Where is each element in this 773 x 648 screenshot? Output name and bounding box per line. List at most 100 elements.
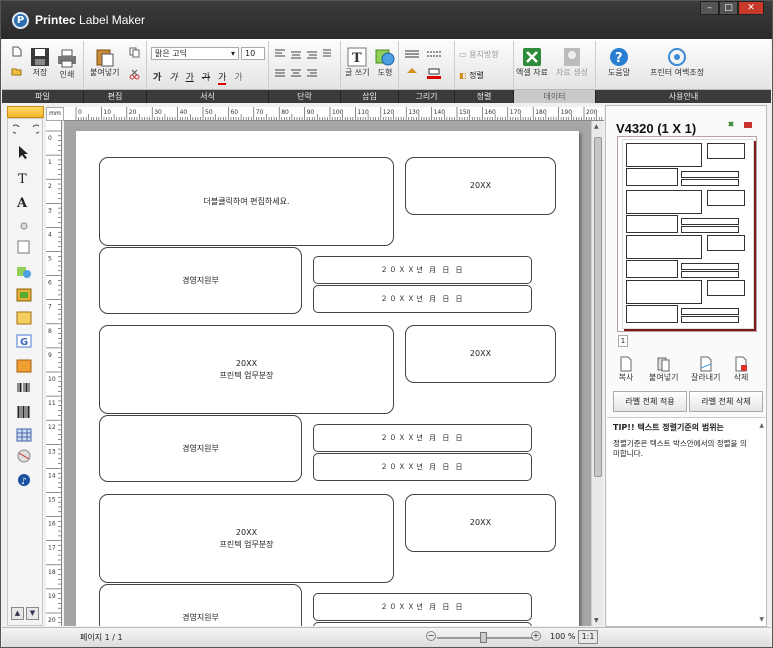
app-window: P Printec Label Maker – □ ✕ 저장 인쇄 붙여넣기 맑…: [0, 0, 773, 648]
label-format-title: V4320 (1 X 1): [616, 121, 697, 136]
minimize-button[interactable]: –: [700, 1, 719, 15]
page-thumbnail[interactable]: [617, 136, 757, 332]
copy-label-button[interactable]: 복사: [618, 356, 634, 383]
save-button[interactable]: 저장: [30, 47, 50, 78]
label-date-box[interactable]: ２０ＸＸ년 月 日 日: [313, 453, 532, 481]
design-canvas[interactable]: 더블클릭하여 편집하세요. 20XX 경영지원부 ２０ＸＸ년 月 日 日 ２０Ｘ…: [64, 121, 591, 626]
image-tool-icon[interactable]: [16, 288, 32, 302]
font-name-select[interactable]: 맑은 고딕 ▾: [151, 47, 239, 60]
drawing-tools-icons[interactable]: [405, 49, 449, 83]
font-size-select[interactable]: 10: [241, 47, 265, 60]
delete-label-button[interactable]: 삭제: [733, 356, 749, 383]
label-date-box[interactable]: ２０ＸＸ년 月 日 日: [313, 285, 532, 313]
undo-redo-icon[interactable]: [13, 124, 39, 136]
font-color-button[interactable]: 가: [218, 70, 227, 85]
delete-all-labels-button[interactable]: 라벨 전체 삭제: [689, 391, 763, 412]
underline-button[interactable]: 가: [186, 70, 194, 85]
scroll-up-button[interactable]: ▲: [11, 607, 24, 620]
open-folder-icon[interactable]: [11, 66, 22, 76]
title-bar: P Printec Label Maker – □ ✕: [1, 1, 772, 39]
ruler-left-label: 11: [48, 400, 56, 407]
label-year-box[interactable]: 20XX: [405, 325, 556, 383]
label-title-box[interactable]: 더블클릭하여 편집하세요.: [99, 157, 394, 246]
delete-label-text: 삭제: [733, 373, 749, 382]
page-number-badge[interactable]: 1: [618, 335, 628, 347]
cut-label-button[interactable]: 잘라내기: [691, 356, 720, 383]
barcode-1d-icon[interactable]: [16, 382, 32, 396]
globe-tool-icon[interactable]: ♪: [16, 473, 32, 487]
ruler-left-label: 3: [48, 207, 52, 214]
copy-icon[interactable]: [129, 47, 140, 58]
ruler-top-label: 110: [357, 109, 369, 116]
scroll-up-arrow-icon[interactable]: ▲: [594, 123, 599, 130]
svg-text:♪: ♪: [21, 477, 27, 487]
label-dept-box[interactable]: 경영지원부: [99, 584, 302, 626]
shape-tool-icon[interactable]: [16, 265, 32, 279]
scroll-down-button[interactable]: ▼: [26, 607, 39, 620]
paragraph-align-icons[interactable]: [275, 48, 335, 80]
help-button[interactable]: ? 도움말: [608, 47, 630, 78]
panel-pin-icons[interactable]: [726, 120, 756, 130]
tip-scroll-up-icon[interactable]: ▲: [759, 422, 764, 429]
canvas-scrollbar[interactable]: ▲ ▼: [591, 121, 603, 626]
map-tool-icon[interactable]: [16, 449, 32, 463]
clipart-tool-icon[interactable]: [16, 311, 32, 325]
label-date-box[interactable]: ２０ＸＸ년 月 日 日: [313, 622, 532, 626]
printer-margin-button[interactable]: 프린터 여백조정: [650, 47, 704, 78]
sparkle-icon[interactable]: [16, 219, 32, 233]
ruler-left-label: 5: [48, 256, 52, 263]
label-year-box[interactable]: 20XX: [405, 157, 556, 215]
zoom-in-button[interactable]: +: [531, 631, 541, 641]
zoom-slider-thumb[interactable]: [480, 632, 487, 643]
scroll-thumb[interactable]: [594, 137, 602, 477]
new-file-icon[interactable]: [11, 46, 22, 57]
bold-button[interactable]: 가: [153, 70, 161, 85]
label-date-box[interactable]: ２０ＸＸ년 月 日 日: [313, 256, 532, 284]
shadow-button[interactable]: 가: [234, 70, 242, 85]
table-tool-icon[interactable]: [16, 428, 32, 442]
label-date-box[interactable]: ２０ＸＸ년 月 日 日: [313, 593, 532, 621]
label-dept-box[interactable]: 경영지원부: [99, 415, 302, 482]
text-tool-icon[interactable]: T: [16, 171, 32, 185]
ruler-top-label: 180: [535, 109, 547, 116]
select-pointer-icon[interactable]: [16, 145, 32, 159]
tip-scroll-down-icon[interactable]: ▼: [759, 616, 764, 623]
data-generate-icon: [563, 48, 580, 66]
google-image-icon[interactable]: G: [16, 334, 32, 348]
align-button[interactable]: ◧ 정렬: [459, 70, 484, 81]
paste-label-button[interactable]: 붙여넣기: [649, 356, 678, 383]
barcode-2d-icon[interactable]: [16, 405, 32, 419]
label-year-box[interactable]: 20XX: [405, 494, 556, 552]
label-dept-box[interactable]: 경영지원부: [99, 247, 302, 314]
data-generate-button[interactable]: 자료 생성: [556, 47, 588, 78]
paper-direction-button[interactable]: ▭ 용지방향: [459, 49, 499, 60]
label-sheet[interactable]: 더블클릭하여 편집하세요. 20XX 경영지원부 ２０ＸＸ년 月 日 日 ２０Ｘ…: [76, 131, 579, 626]
shape-button[interactable]: 도형: [375, 47, 395, 78]
printer-icon: [58, 49, 76, 68]
serial-number-icon[interactable]: [16, 240, 32, 254]
write-text-button[interactable]: T 글 쓰기: [345, 47, 370, 78]
label-title-box[interactable]: 20XX 프린텍 업무분장: [99, 494, 394, 583]
paste-button[interactable]: 붙여넣기: [90, 47, 119, 78]
zoom-out-button[interactable]: −: [426, 631, 436, 641]
font-tool-icon[interactable]: A: [16, 195, 32, 209]
close-button[interactable]: ✕: [738, 1, 764, 15]
thumb-label: [707, 235, 745, 251]
excel-data-label: 엑셀 자료: [516, 68, 548, 77]
excel-data-button[interactable]: 엑셀 자료: [516, 47, 548, 78]
apply-all-labels-button[interactable]: 라벨 전체 적용: [613, 391, 687, 412]
align-label: 정렬: [469, 71, 484, 80]
calendar-tool-icon[interactable]: [16, 359, 32, 373]
cut-icon[interactable]: [129, 69, 140, 80]
actual-size-button[interactable]: 1:1: [578, 630, 598, 644]
group-label-edit: 편집: [84, 90, 147, 103]
scroll-down-arrow-icon[interactable]: ▼: [594, 617, 599, 624]
italic-button[interactable]: 가: [169, 70, 177, 85]
ruler-left-label: 10: [48, 376, 56, 383]
print-button[interactable]: 인쇄: [57, 49, 77, 80]
text-box-icon: T: [347, 47, 367, 67]
label-title-box[interactable]: 20XX 프린텍 업무분장: [99, 325, 394, 414]
label-date-box[interactable]: ２０ＸＸ년 月 日 日: [313, 424, 532, 452]
maximize-button[interactable]: □: [719, 1, 738, 15]
strike-button[interactable]: 가: [202, 70, 210, 85]
